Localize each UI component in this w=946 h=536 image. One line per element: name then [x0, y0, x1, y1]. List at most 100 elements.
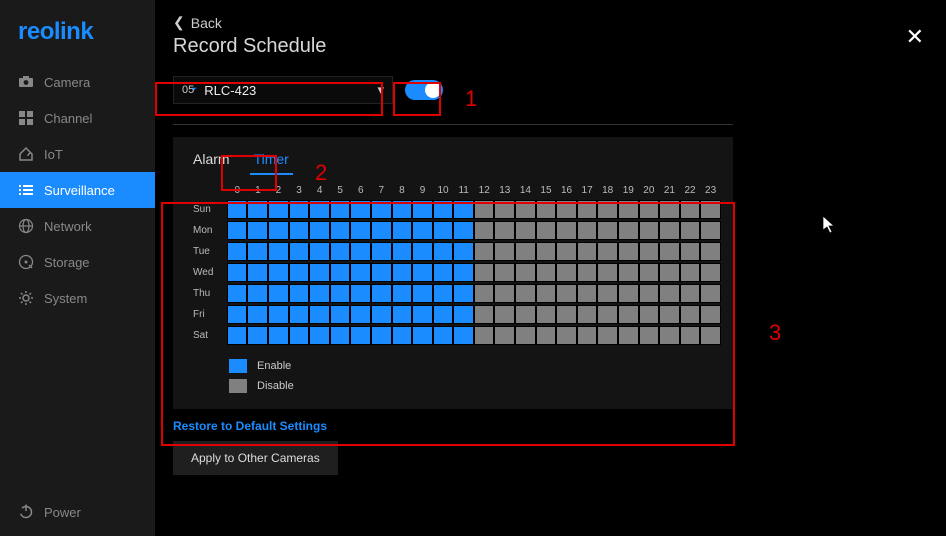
schedule-cell[interactable]	[659, 326, 680, 345]
schedule-cell[interactable]	[700, 326, 721, 345]
schedule-cell[interactable]	[330, 284, 351, 303]
schedule-cell[interactable]	[453, 284, 474, 303]
schedule-cell[interactable]	[371, 221, 392, 240]
schedule-cell[interactable]	[289, 326, 310, 345]
schedule-cell[interactable]	[474, 221, 495, 240]
schedule-cell[interactable]	[515, 305, 536, 324]
apply-button[interactable]: Apply to Other Cameras	[173, 441, 338, 475]
tab-timer[interactable]: Timer	[246, 147, 297, 171]
schedule-cell[interactable]	[392, 221, 413, 240]
schedule-cell[interactable]	[268, 221, 289, 240]
schedule-cell[interactable]	[494, 200, 515, 219]
schedule-cell[interactable]	[412, 284, 433, 303]
schedule-cell[interactable]	[659, 221, 680, 240]
schedule-cell[interactable]	[556, 263, 577, 282]
schedule-cell[interactable]	[680, 200, 701, 219]
schedule-cell[interactable]	[433, 221, 454, 240]
schedule-cell[interactable]	[268, 326, 289, 345]
schedule-cell[interactable]	[474, 305, 495, 324]
schedule-cell[interactable]	[289, 284, 310, 303]
schedule-cell[interactable]	[639, 284, 660, 303]
schedule-cell[interactable]	[494, 263, 515, 282]
schedule-cell[interactable]	[309, 263, 330, 282]
schedule-cell[interactable]	[536, 263, 557, 282]
schedule-cell[interactable]	[515, 242, 536, 261]
schedule-cell[interactable]	[371, 305, 392, 324]
sidebar-item-storage[interactable]: Storage	[0, 244, 155, 280]
schedule-cell[interactable]	[227, 305, 248, 324]
schedule-cell[interactable]	[392, 263, 413, 282]
schedule-cell[interactable]	[412, 242, 433, 261]
schedule-cell[interactable]	[453, 263, 474, 282]
schedule-cell[interactable]	[227, 263, 248, 282]
schedule-cell[interactable]	[494, 242, 515, 261]
schedule-cell[interactable]	[392, 242, 413, 261]
schedule-cell[interactable]	[556, 284, 577, 303]
schedule-cell[interactable]	[412, 326, 433, 345]
schedule-cell[interactable]	[330, 221, 351, 240]
schedule-cell[interactable]	[597, 242, 618, 261]
schedule-cell[interactable]	[309, 326, 330, 345]
schedule-cell[interactable]	[556, 221, 577, 240]
schedule-cell[interactable]	[330, 263, 351, 282]
close-icon[interactable]: ✕	[906, 24, 924, 50]
schedule-cell[interactable]	[700, 221, 721, 240]
schedule-cell[interactable]	[556, 200, 577, 219]
schedule-cell[interactable]	[350, 221, 371, 240]
schedule-cell[interactable]	[577, 263, 598, 282]
schedule-cell[interactable]	[515, 326, 536, 345]
schedule-cell[interactable]	[515, 221, 536, 240]
schedule-cell[interactable]	[474, 326, 495, 345]
schedule-cell[interactable]	[700, 200, 721, 219]
schedule-cell[interactable]	[453, 200, 474, 219]
sidebar-item-surveillance[interactable]: Surveillance	[0, 172, 155, 208]
schedule-cell[interactable]	[247, 263, 268, 282]
schedule-cell[interactable]	[639, 221, 660, 240]
schedule-cell[interactable]	[597, 263, 618, 282]
schedule-cell[interactable]	[474, 263, 495, 282]
schedule-cell[interactable]	[618, 284, 639, 303]
schedule-cell[interactable]	[453, 221, 474, 240]
schedule-cell[interactable]	[330, 242, 351, 261]
sidebar-item-network[interactable]: Network	[0, 208, 155, 244]
sidebar-item-system[interactable]: System	[0, 280, 155, 316]
schedule-cell[interactable]	[309, 200, 330, 219]
schedule-cell[interactable]	[639, 263, 660, 282]
schedule-cell[interactable]	[392, 200, 413, 219]
record-toggle[interactable]	[405, 80, 443, 100]
schedule-cell[interactable]	[392, 326, 413, 345]
schedule-cell[interactable]	[659, 263, 680, 282]
schedule-cell[interactable]	[536, 200, 557, 219]
schedule-cell[interactable]	[577, 326, 598, 345]
schedule-cell[interactable]	[680, 284, 701, 303]
schedule-cell[interactable]	[247, 284, 268, 303]
schedule-cell[interactable]	[392, 305, 413, 324]
schedule-cell[interactable]	[309, 221, 330, 240]
schedule-cell[interactable]	[597, 305, 618, 324]
back-button[interactable]: ❮ Back	[173, 14, 922, 31]
schedule-cell[interactable]	[412, 200, 433, 219]
schedule-cell[interactable]	[680, 326, 701, 345]
schedule-cell[interactable]	[700, 263, 721, 282]
schedule-cell[interactable]	[330, 305, 351, 324]
schedule-cell[interactable]	[350, 242, 371, 261]
sidebar-item-camera[interactable]: Camera	[0, 64, 155, 100]
schedule-cell[interactable]	[556, 242, 577, 261]
schedule-cell[interactable]	[433, 200, 454, 219]
schedule-cell[interactable]	[330, 200, 351, 219]
schedule-cell[interactable]	[433, 284, 454, 303]
schedule-cell[interactable]	[371, 326, 392, 345]
schedule-cell[interactable]	[536, 284, 557, 303]
schedule-cell[interactable]	[309, 242, 330, 261]
schedule-cell[interactable]	[618, 200, 639, 219]
schedule-cell[interactable]	[247, 200, 268, 219]
camera-select[interactable]: 05 RLC-423 ▾	[173, 76, 393, 104]
schedule-cell[interactable]	[659, 242, 680, 261]
schedule-cell[interactable]	[618, 305, 639, 324]
schedule-cell[interactable]	[515, 284, 536, 303]
schedule-cell[interactable]	[515, 263, 536, 282]
schedule-cell[interactable]	[680, 242, 701, 261]
schedule-cell[interactable]	[453, 305, 474, 324]
schedule-cell[interactable]	[474, 284, 495, 303]
sidebar-item-channel[interactable]: Channel	[0, 100, 155, 136]
